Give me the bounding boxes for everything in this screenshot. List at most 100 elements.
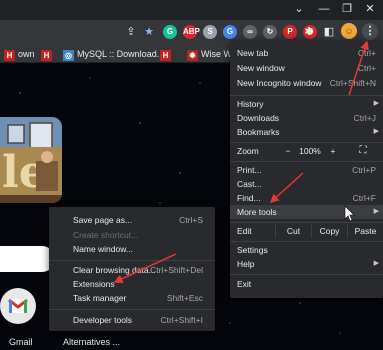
s-extension-icon[interactable]: S: [203, 25, 217, 39]
menu-item-new-window[interactable]: New window Ctrl+: [230, 61, 383, 75]
menu-divider: [230, 241, 383, 242]
menu-item-help[interactable]: Help ▶: [230, 257, 383, 271]
zoom-in-button[interactable]: +: [326, 144, 340, 158]
menu-divider: [230, 274, 383, 275]
share-icon[interactable]: ⇪: [124, 24, 138, 40]
menu-item-bookmarks[interactable]: Bookmarks ▶: [230, 125, 383, 139]
zoom-level: 100%: [299, 146, 321, 156]
sync-icon[interactable]: ↻: [263, 25, 277, 39]
extensions-puzzle-icon[interactable]: ✱: [302, 24, 316, 40]
chevron-right-icon: ▶: [373, 208, 379, 215]
menu-item-settings[interactable]: Settings: [230, 243, 383, 257]
menu-item-save-page[interactable]: Save page as... Ctrl+S: [49, 213, 215, 227]
restore-icon[interactable]: ❐: [340, 2, 354, 16]
search-input[interactable]: [0, 246, 55, 272]
chevron-right-icon: ▶: [373, 260, 379, 267]
google-doodle[interactable]: le: [0, 117, 62, 203]
kebab-menu-icon[interactable]: ⋮: [362, 23, 378, 40]
menu-divider: [230, 95, 383, 96]
menu-item-shortcut: Ctrl+Shift+I: [160, 315, 203, 325]
menu-item-history[interactable]: History ▶: [230, 97, 383, 111]
minimize-icon[interactable]: —: [317, 2, 331, 16]
h-favicon-icon: H: [160, 50, 171, 61]
menu-item-more-tools[interactable]: More tools ▶: [230, 205, 383, 219]
menu-divider: [230, 161, 383, 162]
zoom-out-button[interactable]: −: [281, 144, 295, 158]
menu-item-shortcut: Ctrl+Shift+N: [329, 78, 376, 88]
menu-item-label: Settings: [237, 245, 268, 255]
menu-item-downloads[interactable]: Downloads Ctrl+J: [230, 111, 383, 125]
menu-item-shortcut: Ctrl+Shift+Del: [150, 265, 203, 275]
menu-item-shortcut: Ctrl+P: [352, 165, 376, 175]
menu-item-new-tab[interactable]: New tab Ctrl+: [230, 46, 383, 60]
menu-item-label: Print...: [237, 165, 262, 175]
side-panel-icon[interactable]: ◧: [322, 24, 336, 40]
menu-item-developer-tools[interactable]: Developer tools Ctrl+Shift+I: [49, 313, 215, 327]
menu-divider: [230, 222, 383, 223]
menu-item-label: Name window...: [73, 244, 133, 254]
translate-icon[interactable]: G: [223, 25, 237, 39]
menu-item-label: New Incognito window: [237, 78, 322, 88]
menu-item-label: New window: [237, 63, 285, 73]
menu-item-clear-browsing-data[interactable]: Clear browsing data... Ctrl+Shift+Del: [49, 263, 215, 277]
menu-item-find[interactable]: Find... Ctrl+F: [230, 191, 383, 205]
cut-button[interactable]: Cut: [275, 224, 311, 238]
bookmark-item[interactable]: ◎ MySQL :: Download...: [63, 47, 164, 61]
paste-button[interactable]: Paste: [347, 224, 383, 238]
globe-icon: ◎: [63, 50, 74, 61]
menu-divider: [49, 260, 215, 261]
menu-item-label: Developer tools: [73, 315, 133, 325]
menu-item-cast[interactable]: Cast...: [230, 177, 383, 191]
menu-item-edit: Edit Cut Copy Paste: [230, 224, 383, 238]
pin-icon[interactable]: P: [283, 25, 297, 39]
menu-divider: [49, 309, 215, 310]
menu-item-task-manager[interactable]: Task manager Shift+Esc: [49, 291, 215, 305]
more-tools-submenu: Save page as... Ctrl+S Create shortcut...…: [49, 207, 215, 331]
bookmark-item[interactable]: H: [160, 47, 174, 61]
menu-item-label: Create shortcut...: [73, 230, 139, 240]
menu-item-label: Clear browsing data...: [73, 265, 156, 275]
wise-words-icon: ✹: [187, 50, 198, 61]
menu-item-label: New tab: [237, 48, 269, 58]
star-icon[interactable]: ★: [142, 24, 156, 40]
bookmark-label: own: [18, 49, 35, 59]
menu-item-new-incognito[interactable]: New Incognito window Ctrl+Shift+N: [230, 76, 383, 90]
menu-divider: [230, 142, 383, 143]
menu-item-label: Downloads: [237, 113, 280, 123]
shortcut-label: Alternatives ...: [63, 337, 121, 347]
title-bar: ⌄ — ❐ ✕: [0, 0, 383, 20]
chevron-down-icon[interactable]: ⌄: [292, 2, 306, 16]
fullscreen-icon[interactable]: ⛶: [356, 144, 370, 158]
menu-item-label: Zoom: [237, 146, 259, 156]
copy-button[interactable]: Copy: [311, 224, 347, 238]
chrome-main-menu: New tab Ctrl+ New window Ctrl+ New Incogni…: [230, 40, 383, 298]
h-favicon-icon: H: [4, 50, 15, 61]
menu-item-label: More tools: [237, 207, 277, 217]
chevron-right-icon: ▶: [373, 100, 379, 107]
shortcut-label: Gmail: [9, 337, 33, 347]
menu-item-zoom: Zoom − 100% + ⛶: [230, 144, 383, 158]
bookmark-item[interactable]: Hown: [4, 47, 35, 61]
grammarly-icon[interactable]: G: [163, 25, 177, 39]
avatar[interactable]: ☺: [341, 23, 357, 39]
link-icon[interactable]: ∞: [243, 25, 257, 39]
chevron-right-icon: ▶: [373, 128, 379, 135]
menu-item-shortcut: Ctrl+F: [352, 193, 376, 203]
menu-item-extensions[interactable]: Extensions: [49, 277, 215, 291]
menu-item-label: Task manager: [73, 293, 127, 303]
adblock-icon[interactable]: ABP: [183, 25, 200, 39]
menu-item-shortcut: Ctrl+: [357, 63, 376, 73]
menu-item-print[interactable]: Print... Ctrl+P: [230, 163, 383, 177]
close-icon[interactable]: ✕: [363, 2, 377, 16]
menu-item-shortcut: Ctrl+S: [179, 215, 203, 225]
menu-item-label: Save page as...: [73, 215, 133, 225]
menu-item-label: Extensions: [73, 279, 115, 289]
menu-item-name-window[interactable]: Name window...: [49, 242, 215, 256]
menu-item-label: Bookmarks: [237, 127, 280, 137]
h-favicon-icon[interactable]: H: [41, 50, 52, 61]
menu-item-label: Exit: [237, 279, 252, 289]
gmail-shortcut[interactable]: [0, 288, 36, 324]
menu-item-exit[interactable]: Exit: [230, 277, 383, 291]
bookmark-label: MySQL :: Download...: [77, 49, 165, 59]
bookmark-item: H: [41, 47, 55, 61]
